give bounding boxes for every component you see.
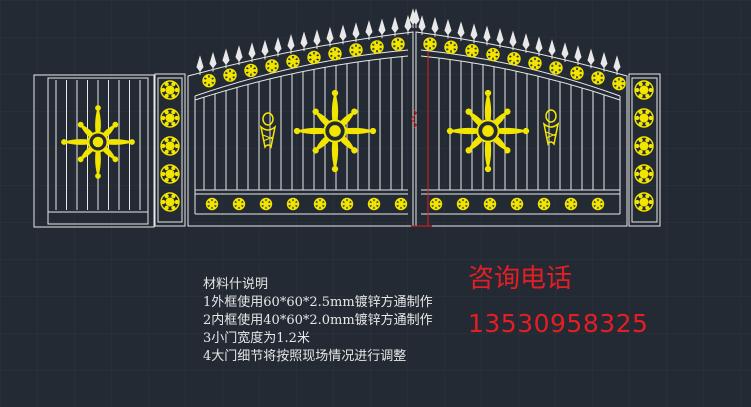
rosette-ornament bbox=[244, 63, 258, 78]
rosette-ornament bbox=[259, 197, 273, 211]
rosette-ornament bbox=[591, 71, 605, 85]
note-item: 4大门细节将按照现场情况进行调整 bbox=[203, 349, 407, 364]
medallion-ornament bbox=[293, 89, 377, 173]
rosette-ornament bbox=[570, 66, 584, 80]
rosette-ornament bbox=[265, 59, 279, 73]
rosette-ornament bbox=[444, 40, 458, 54]
center-marker bbox=[411, 52, 432, 227]
note-item: 3小门宽度为1.2米 bbox=[203, 331, 310, 346]
rosette-ornament bbox=[349, 43, 363, 57]
rosette-ornament bbox=[160, 136, 180, 156]
contact-phone[interactable]: 13530958325 bbox=[468, 309, 648, 338]
rosette-ornament bbox=[634, 164, 654, 184]
medallion-ornament bbox=[61, 105, 135, 179]
rosette-ornament bbox=[634, 108, 654, 128]
rosette-ornament bbox=[286, 197, 300, 211]
rosette-ornament bbox=[205, 197, 219, 211]
rosette-ornament bbox=[634, 192, 654, 212]
rosette-ornament bbox=[223, 68, 237, 82]
rosette-ornament bbox=[370, 40, 384, 54]
rosette-ornament bbox=[160, 164, 180, 184]
rosette-ornament bbox=[612, 76, 626, 91]
rosette-ornament bbox=[507, 51, 521, 66]
rosette-ornament bbox=[160, 108, 180, 128]
rosette-ornament bbox=[429, 197, 443, 211]
rosette-ornament bbox=[286, 54, 300, 69]
rosette-ornament bbox=[549, 61, 563, 75]
rosette-ornament bbox=[394, 197, 408, 211]
note-item: 2内框使用40*60*2.0mm镀锌方通制作 bbox=[203, 313, 433, 328]
rosette-ornament bbox=[486, 47, 500, 62]
figure-ornament bbox=[259, 112, 277, 149]
rosette-ornament bbox=[340, 197, 354, 211]
rosette-ornament bbox=[160, 192, 180, 212]
main-gate-left-leaf bbox=[187, 31, 414, 227]
rosette-ornament bbox=[367, 197, 381, 211]
rosette-ornament bbox=[537, 197, 551, 211]
notes-title: 材料什说明 bbox=[203, 277, 269, 292]
rosette-ornament bbox=[634, 136, 654, 156]
figure-ornament bbox=[542, 109, 560, 146]
rosette-ornament bbox=[634, 80, 654, 100]
note-item: 1外框使用60*60*2.5mm镀锌方通制作 bbox=[203, 295, 433, 310]
contact-label: 咨询电话 bbox=[468, 264, 573, 294]
material-notes: 材料什说明 1外框使用60*60*2.5mm镀锌方通制作 2内框使用40*60*… bbox=[203, 276, 433, 366]
rosette-ornament bbox=[564, 197, 578, 211]
rosette-ornament bbox=[510, 197, 524, 211]
rosette-ornament bbox=[202, 74, 216, 88]
rosette-ornament bbox=[232, 197, 246, 211]
rosette-ornament bbox=[160, 80, 180, 100]
rosette-ornament bbox=[423, 37, 437, 51]
rosette-ornament bbox=[483, 197, 497, 211]
rosette-ornament bbox=[465, 44, 479, 58]
rosette-ornament bbox=[313, 197, 327, 211]
rosette-ornament bbox=[591, 197, 605, 211]
rosette-ornament bbox=[307, 50, 321, 65]
rosette-ornament bbox=[528, 56, 542, 70]
rosette-ornament bbox=[328, 47, 342, 61]
rosette-ornament bbox=[456, 197, 470, 211]
rosette-ornament bbox=[391, 37, 405, 51]
